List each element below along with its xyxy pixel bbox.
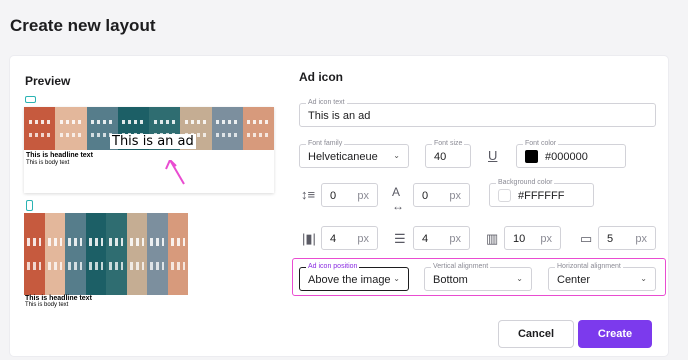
house-facade	[24, 107, 56, 150]
ad-icon-position-value: Above the image	[308, 274, 391, 286]
letter-spacing-value: 0	[422, 190, 429, 202]
horizontal-alignment-select[interactable]: Horizontal alignment Center ⌄	[548, 262, 656, 291]
layout-card: Preview This is an ad This is headline t…	[10, 56, 668, 356]
background-color-value: #FFFFFF	[518, 190, 565, 202]
padding-horizontal-unit: px	[357, 233, 369, 245]
page-title: Create new layout	[10, 16, 156, 35]
house-facade	[55, 107, 87, 150]
house-facade	[85, 213, 106, 295]
font-family-label: Font family	[306, 139, 345, 148]
mobile-device-icon[interactable]	[26, 200, 33, 211]
margin-value: 10	[513, 233, 526, 245]
margin-input[interactable]: 10 px	[504, 226, 561, 250]
margin-icon: ▥	[486, 231, 499, 246]
font-color-label: Font color	[523, 139, 559, 148]
body-text: This is body text	[25, 302, 69, 308]
background-color-label: Background color	[496, 178, 555, 187]
house-facade	[242, 107, 274, 150]
ad-icon-section-title: Ad icon	[299, 70, 343, 84]
background-color-swatch[interactable]	[498, 189, 511, 202]
body-text: This is body text	[26, 160, 70, 166]
chevron-down-icon: ⌄	[393, 151, 400, 160]
vertical-alignment-label: Vertical alignment	[431, 262, 491, 271]
preview-panel: Preview This is an ad This is headline t…	[24, 56, 274, 356]
vertical-alignment-value: Bottom	[433, 274, 468, 286]
headline-text: This is headline text	[25, 295, 92, 302]
annotation-arrow-icon	[165, 160, 185, 185]
font-family-value: Helveticaneue	[308, 151, 378, 163]
padding-horizontal-input[interactable]: 4 px	[321, 226, 378, 250]
margin-unit: px	[540, 233, 552, 245]
line-height-value: 0	[330, 190, 337, 202]
line-height-icon: ↕≡	[301, 187, 316, 202]
padding-vertical-input[interactable]: 4 px	[413, 226, 470, 250]
horizontal-alignment-label: Horizontal alignment	[555, 262, 623, 271]
font-size-input[interactable]: Font size 40	[425, 139, 471, 168]
ad-icon-position-select[interactable]: Ad icon position Above the image ⌄	[299, 262, 409, 291]
house-facade	[106, 213, 127, 295]
padding-horizontal-value: 4	[330, 233, 337, 245]
letter-spacing-input[interactable]: 0 px	[413, 183, 470, 207]
border-radius-icon: ▭	[580, 231, 593, 246]
padding-vertical-value: 4	[422, 233, 429, 245]
horizontal-alignment-value: Center	[557, 274, 591, 286]
font-color-value: #000000	[545, 151, 588, 163]
font-color-input[interactable]: Font color #000000	[516, 139, 626, 168]
font-size-label: Font size	[432, 139, 465, 148]
border-radius-value: 5	[607, 233, 614, 245]
font-family-select[interactable]: Font family Helveticaneue ⌄	[299, 139, 409, 168]
border-radius-unit: px	[635, 233, 647, 245]
create-button[interactable]: Create	[578, 320, 652, 348]
underline-icon[interactable]: U	[488, 149, 497, 163]
cancel-button[interactable]: Cancel	[498, 320, 574, 348]
vertical-alignment-select[interactable]: Vertical alignment Bottom ⌄	[424, 262, 532, 291]
background-color-input[interactable]: Background color #FFFFFF	[489, 178, 594, 207]
line-height-input[interactable]: 0 px	[321, 183, 378, 207]
chevron-down-icon: ⌄	[516, 274, 523, 283]
padding-horizontal-icon: |▮|	[302, 231, 316, 246]
ad-icon-text-value: This is an ad	[308, 110, 371, 122]
padding-vertical-unit: px	[449, 233, 461, 245]
border-radius-input[interactable]: 5 px	[598, 226, 656, 250]
desktop-ad-preview: This is an ad This is headline text This…	[24, 107, 274, 193]
house-facade	[24, 213, 45, 295]
preview-title: Preview	[25, 74, 71, 88]
chevron-down-icon: ⌄	[640, 274, 647, 283]
ad-icon-label: This is an ad	[110, 134, 196, 149]
desktop-device-icon[interactable]	[25, 96, 36, 103]
line-height-unit: px	[357, 190, 369, 202]
ad-icon-text-label: Ad icon text	[306, 98, 347, 107]
house-facade	[211, 107, 243, 150]
headline-text: This is headline text	[26, 152, 93, 159]
font-size-value: 40	[434, 151, 447, 163]
letter-spacing-icon: A ↔	[392, 185, 404, 213]
house-facade	[44, 213, 65, 295]
chevron-down-icon: ⌄	[393, 274, 400, 283]
house-facade	[126, 213, 147, 295]
house-facade	[65, 213, 86, 295]
ad-icon-text-input[interactable]: Ad icon text This is an ad	[299, 98, 656, 127]
font-color-swatch[interactable]	[525, 150, 538, 163]
ad-icon-position-label: Ad icon position	[306, 262, 360, 271]
padding-vertical-icon: ☰	[394, 231, 406, 246]
letter-spacing-unit: px	[449, 190, 461, 202]
